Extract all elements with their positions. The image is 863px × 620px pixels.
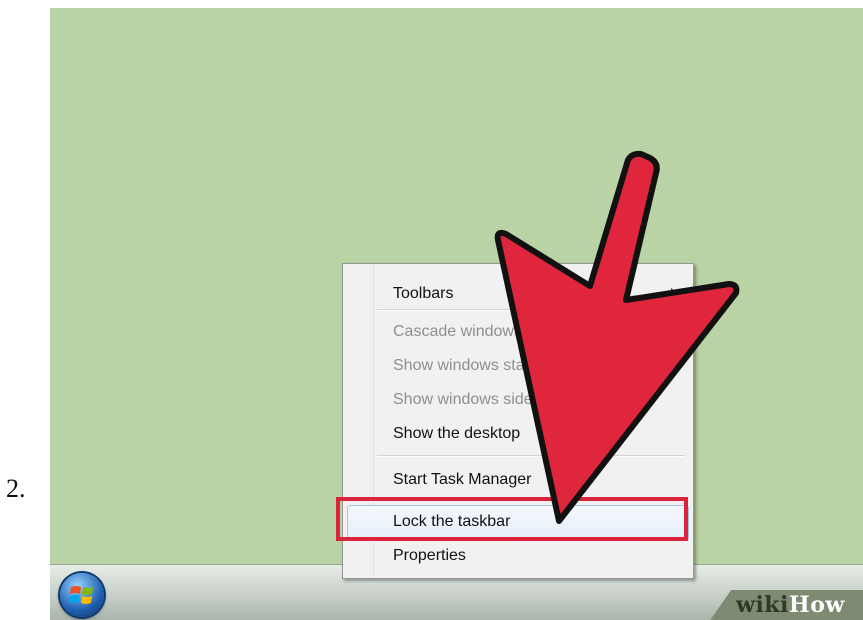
brand-prefix: wiki <box>736 592 789 618</box>
brand-suffix: How <box>788 592 845 618</box>
screenshot-area: Toolbars Cascade windows Show windows st… <box>50 8 863 620</box>
wikihow-logo: wikiHow <box>736 592 845 618</box>
step-number: 2. <box>6 474 26 503</box>
red-pointer-arrow <box>494 150 740 524</box>
